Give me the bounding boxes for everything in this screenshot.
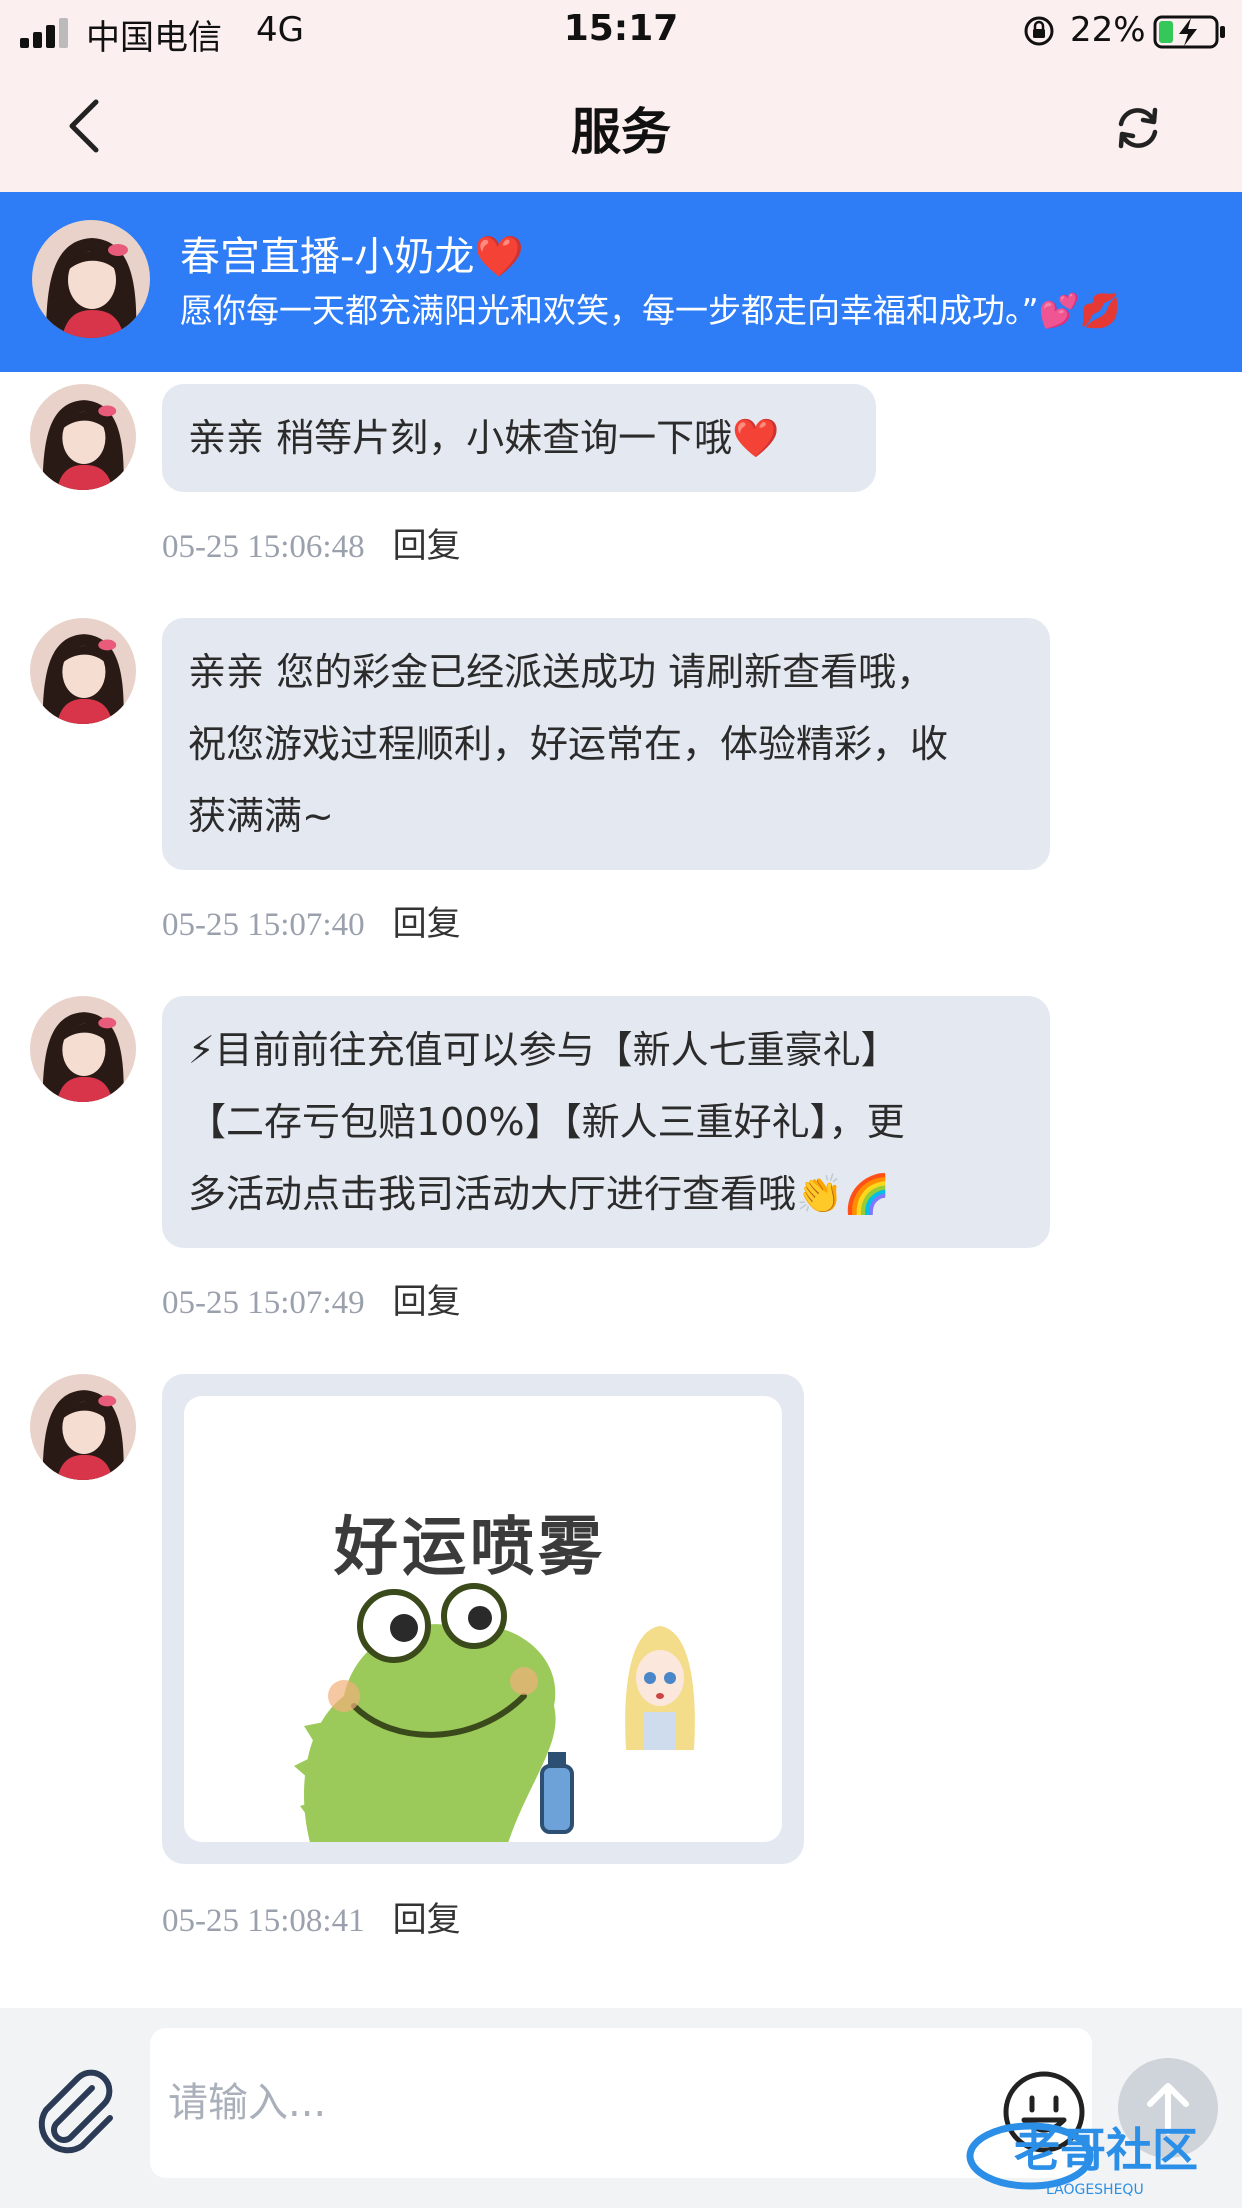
- message-timestamp: 05-25 15:06:48: [162, 529, 365, 565]
- message-line: 祝您游戏过程顺利，好运常在，体验精彩，收: [188, 722, 949, 766]
- message-meta: 05-25 15:08:41 回复: [162, 1892, 461, 1942]
- dinosaur-sticker-icon: [294, 1583, 574, 1842]
- message-meta: 05-25 15:07:49 回复: [162, 1274, 461, 1324]
- message-timestamp: 05-25 15:07:40: [162, 907, 365, 943]
- page-title: 服务: [571, 103, 671, 161]
- sticker-image[interactable]: 好运喷雾: [184, 1396, 782, 1842]
- message-input[interactable]: [150, 2028, 1092, 2178]
- message-meta: 05-25 15:06:48 回复: [162, 518, 461, 568]
- reply-button[interactable]: 回复: [393, 1900, 461, 1940]
- agent-avatar: [30, 384, 136, 490]
- agent-avatar: [30, 1374, 136, 1480]
- message-bubble: ⚡目前前往充值可以参与【新人七重豪礼】 【二存亏包赔100%】【新人三重好礼】，…: [162, 996, 1050, 1248]
- watermark-text: 老哥社区: [1014, 2123, 1198, 2177]
- input-bar: 老哥社区 LAOGESHEQU: [0, 2008, 1242, 2208]
- agent-name: 春宫直播-小奶龙❤️: [180, 234, 525, 280]
- message-line: 亲亲 稍等片刻，小妹查询一下哦❤️: [188, 416, 780, 460]
- agent-avatar: [30, 618, 136, 724]
- agent-motto: 愿你每一天都充满阳光和欢笑，每一步都走向幸福和成功。”💕💋: [180, 291, 1121, 330]
- reply-button[interactable]: 回复: [393, 526, 461, 566]
- sticker-bubble: 好运喷雾: [162, 1374, 804, 1864]
- rotation-lock-icon: [1024, 16, 1054, 46]
- anime-girl-sticker-icon: [625, 1626, 695, 1750]
- reply-button[interactable]: 回复: [393, 904, 461, 944]
- message-line: 【二存亏包赔100%】【新人三重好礼】，更: [188, 1100, 905, 1144]
- message-meta: 05-25 15:07:40 回复: [162, 896, 461, 946]
- message-timestamp: 05-25 15:08:41: [162, 1903, 365, 1939]
- chat-screen: 中国电信 4G 15:17 22% 服务 春宫直播-小奶龙❤️ 愿你每一天都充满…: [0, 0, 1242, 2208]
- reply-button[interactable]: 回复: [393, 1282, 461, 1322]
- agent-avatar: [32, 220, 150, 338]
- message-line: 获满满~: [188, 794, 334, 838]
- battery-percent: 22%: [1070, 10, 1146, 50]
- watermark-logo: 老哥社区 LAOGESHEQU: [966, 2122, 1198, 2198]
- watermark-subtext: LAOGESHEQU: [1046, 2182, 1144, 2198]
- battery-charging-icon: [1153, 15, 1225, 49]
- message-bubble: 亲亲 您的彩金已经派送成功 请刷新查看哦， 祝您游戏过程顺利，好运常在，体验精彩…: [162, 618, 1050, 870]
- message-line: 多活动点击我司活动大厅进行查看哦👏🌈: [188, 1172, 891, 1216]
- message-line: ⚡目前前往充值可以参与【新人七重豪礼】: [188, 1028, 899, 1072]
- nav-bar: 服务: [0, 64, 1242, 192]
- message-bubble: 亲亲 稍等片刻，小妹查询一下哦❤️: [162, 384, 876, 492]
- agent-avatar: [30, 996, 136, 1102]
- agent-banner: 春宫直播-小奶龙❤️ 愿你每一天都充满阳光和欢笑，每一步都走向幸福和成功。”💕💋: [0, 192, 1242, 372]
- refresh-icon[interactable]: [1112, 102, 1164, 154]
- status-bar: 中国电信 4G 15:17 22%: [0, 0, 1242, 64]
- paperclip-icon[interactable]: [30, 2068, 120, 2158]
- message-line: 亲亲 您的彩金已经派送成功 请刷新查看哦，: [188, 650, 935, 694]
- message-timestamp: 05-25 15:07:49: [162, 1285, 365, 1321]
